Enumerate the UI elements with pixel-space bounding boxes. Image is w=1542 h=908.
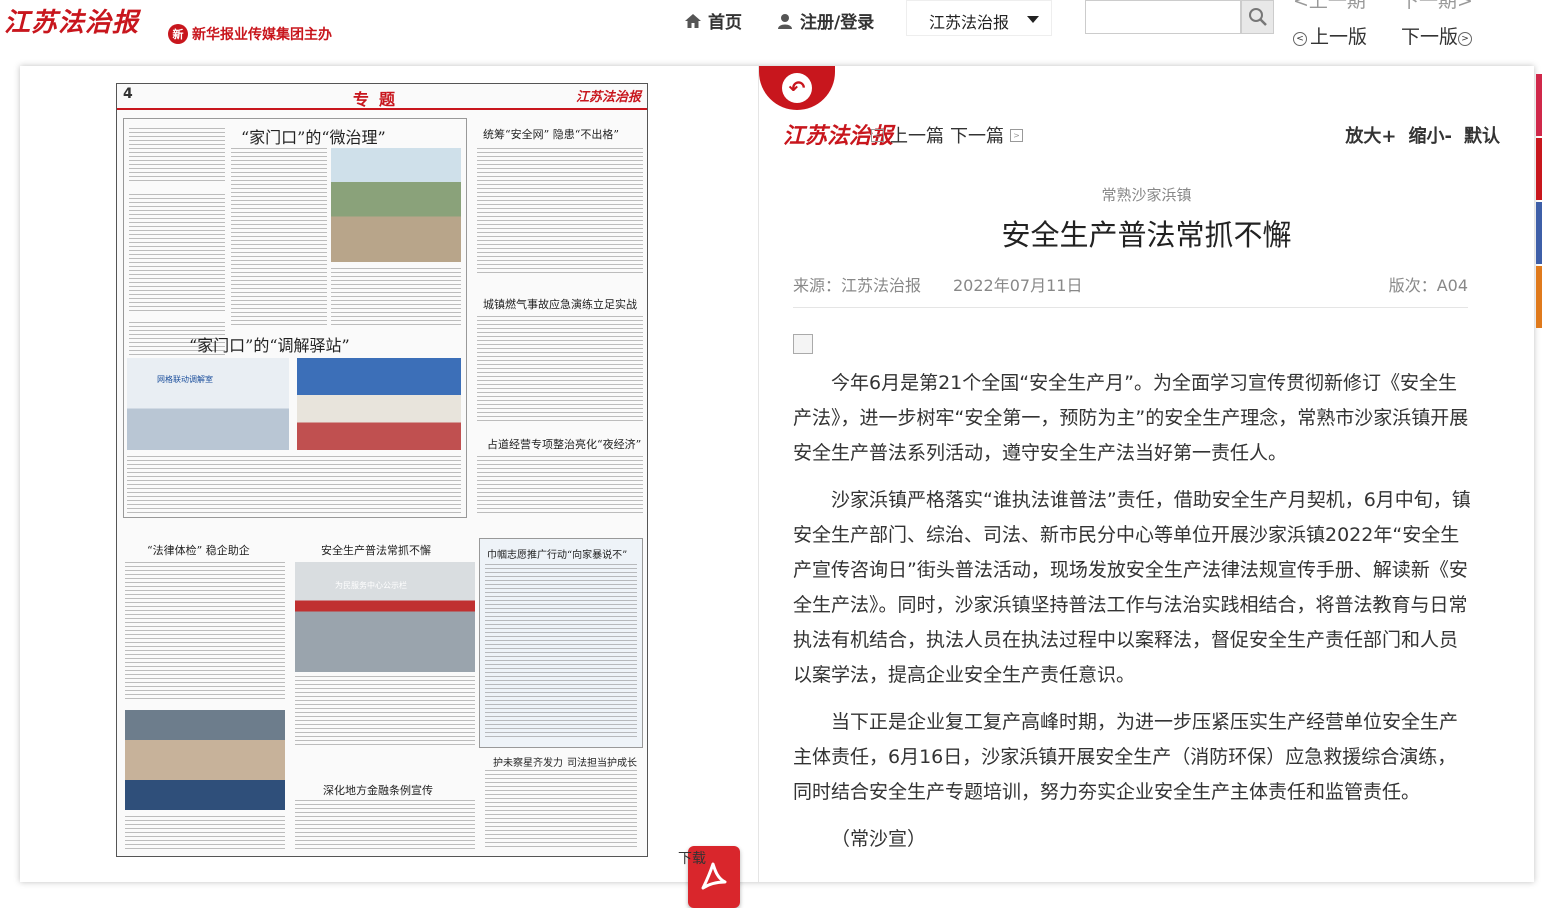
story-text <box>129 194 225 314</box>
story-title[interactable]: “家门口”的“调解驿站” <box>189 332 350 356</box>
story-title[interactable]: 城镇燃气事故应急演练立足实战 <box>483 296 637 312</box>
site-logo[interactable]: 江苏法治报 <box>4 2 139 39</box>
paper-select[interactable]: 江苏法治报 <box>906 0 1052 36</box>
article-meta: 来源：江苏法治报 2022年07月11日 版次：A04 <box>793 272 1468 308</box>
article-nav: < 上一篇 下一篇 > <box>871 122 1023 148</box>
story-text <box>231 148 327 328</box>
article-paragraph: 今年6月是第21个全国“安全生产月”。为全面学习宣传贯彻新修订《安全生产法》，进… <box>793 372 1469 464</box>
next-page-label: 下一版 <box>1401 26 1459 48</box>
story-text <box>331 268 461 328</box>
home-icon <box>685 13 701 28</box>
story-title[interactable]: 安全生产普法常抓不懈 <box>321 542 431 558</box>
download-label[interactable]: 下载 <box>678 848 706 868</box>
accent-strip-segment <box>1536 266 1542 328</box>
accent-strip-segment <box>1536 202 1542 264</box>
broken-image-icon <box>793 334 813 354</box>
prev-issue-link[interactable]: <上一期 <box>1293 0 1366 13</box>
chevron-down-icon <box>1027 16 1039 23</box>
top-bar: 江苏法治报 新 新华报业传媒集团主办 首页 注册/登录 江苏法治报 <上一期 下… <box>0 0 1542 52</box>
story-text <box>295 800 475 852</box>
nav-login[interactable]: 注册/登录 <box>776 8 874 33</box>
story-text <box>127 456 461 514</box>
prev-page-label: 上一版 <box>1310 26 1368 48</box>
article-date: 2022年07月11日 <box>953 276 1083 295</box>
issue-nav: <上一期 下一期> <box>1293 0 1473 13</box>
accent-strip-segment <box>1536 138 1542 200</box>
nav-home-label: 首页 <box>708 13 742 33</box>
story-photo[interactable] <box>297 358 461 450</box>
story-text <box>295 676 475 746</box>
story-text <box>485 564 637 740</box>
nav-home[interactable]: 首页 <box>684 8 742 33</box>
next-issue-link[interactable]: 下一期> <box>1400 0 1473 13</box>
story-text <box>129 128 225 182</box>
back-arrow-icon: ↶ <box>788 76 806 100</box>
story-title[interactable]: 司法担当护成长 <box>567 754 637 769</box>
article-paragraph: 沙家浜镇严格落实“谁执法谁普法”责任，借助安全生产月契机，6月中旬，镇安全生产部… <box>793 489 1471 686</box>
newspaper-brand: 江苏法治报 <box>575 90 641 105</box>
newspaper-page-image[interactable]: 4 专题 江苏法治报 “家门口”的“微治理” “家门口”的“调解驿站” 网格联动… <box>116 83 648 857</box>
page-nav: < 上一版 下一版 > <box>1293 22 1475 49</box>
article-body: 今年6月是第21个全国“安全生产月”。为全面学习宣传贯彻新修订《安全生产法》，进… <box>793 366 1473 869</box>
group-logo-text: 新华报业传媒集团主办 <box>192 27 332 43</box>
search-icon <box>1248 8 1267 26</box>
zoom-in-button[interactable]: 放大+ <box>1345 122 1396 148</box>
story-title[interactable]: 巾帼志愿推广行动“向家暴说不” <box>487 546 627 561</box>
story-title[interactable]: 统筹“安全网” 隐患“不出格” <box>483 126 619 142</box>
prev-issue-label: 上一期 <box>1308 0 1366 12</box>
prev-article-icon: < <box>871 128 884 142</box>
prev-circle-icon: < <box>1293 32 1307 46</box>
story-text <box>125 562 285 702</box>
story-title[interactable]: 护未察星齐发力 <box>493 754 563 769</box>
user-icon <box>778 13 792 29</box>
next-circle-icon: > <box>1456 0 1473 12</box>
search-input[interactable] <box>1085 0 1241 34</box>
story-title[interactable]: 占道经营专项整治亮化“夜经济” <box>487 436 641 452</box>
photo-banner: 网格联动调解室 <box>157 375 213 384</box>
group-logo: 新 新华报业传媒集团主办 <box>168 24 332 44</box>
story-text <box>477 148 643 274</box>
group-mark-icon: 新 <box>168 24 188 44</box>
next-circle-icon: > <box>1458 32 1473 46</box>
article-pane: ↶ 江苏法治报 < 上一篇 下一篇 > 放大+ 缩小- 默认 常熟沙家浜镇 安全… <box>758 66 1534 882</box>
zoom-out-button[interactable]: 缩小- <box>1409 122 1452 148</box>
story-title[interactable]: “家门口”的“微治理” <box>241 124 386 148</box>
accent-strip <box>1536 74 1542 330</box>
back-button[interactable]: ↶ <box>759 66 835 110</box>
nav-login-label: 注册/登录 <box>800 13 875 33</box>
next-issue-label: 下一期 <box>1399 0 1457 12</box>
article-source: 来源：江苏法治报 <box>793 276 922 295</box>
story-title[interactable]: 深化地方金融条例宣传 <box>323 782 433 798</box>
article-paragraph: 当下正是企业复工复产高峰时期，为进一步压紧压实生产经营单位安全生产主体责任，6月… <box>793 711 1459 803</box>
article-paragraph: （常沙宣） <box>831 828 927 850</box>
next-page-link[interactable]: 下一版 > <box>1401 22 1475 49</box>
prev-page-link[interactable]: < 上一版 <box>1293 22 1367 49</box>
article-edition: 版次：A04 <box>1388 276 1468 295</box>
prev-article-link[interactable]: 上一篇 <box>890 122 944 148</box>
story-photo[interactable] <box>125 710 285 810</box>
story-photo[interactable] <box>331 148 461 262</box>
newspaper-header: 4 专题 江苏法治报 <box>117 84 647 110</box>
zoom-default-button[interactable]: 默认 <box>1464 122 1500 148</box>
next-article-icon: > <box>1010 128 1023 142</box>
article-kicker: 常熟沙家浜镇 <box>1101 186 1192 204</box>
story-title[interactable]: “法律体检” 稳企助企 <box>147 542 250 558</box>
prev-circle-icon: < <box>1293 0 1309 12</box>
newspaper-pane: 4 专题 江苏法治报 “家门口”的“微治理” “家门口”的“调解驿站” 网格联动… <box>20 66 758 908</box>
article-title: 安全生产普法常抓不懈 <box>1001 218 1292 252</box>
story-text <box>477 456 643 516</box>
next-article-link[interactable]: 下一篇 <box>950 122 1004 148</box>
story-text <box>125 816 285 852</box>
paper-select-value: 江苏法治报 <box>929 13 1010 32</box>
story-text <box>477 316 643 424</box>
newspaper-section: 专题 <box>353 90 406 109</box>
photo-banner: 为民服务中心公示栏 <box>335 581 407 590</box>
newspaper-page-number: 4 <box>123 86 133 102</box>
story-photo[interactable]: 为民服务中心公示栏 <box>295 562 475 672</box>
story-text <box>485 770 637 850</box>
accent-strip-segment <box>1536 74 1542 136</box>
zoom-controls: 放大+ 缩小- 默认 <box>1345 122 1500 148</box>
story-photo[interactable]: 网格联动调解室 <box>127 358 289 450</box>
search-button[interactable] <box>1241 0 1274 34</box>
